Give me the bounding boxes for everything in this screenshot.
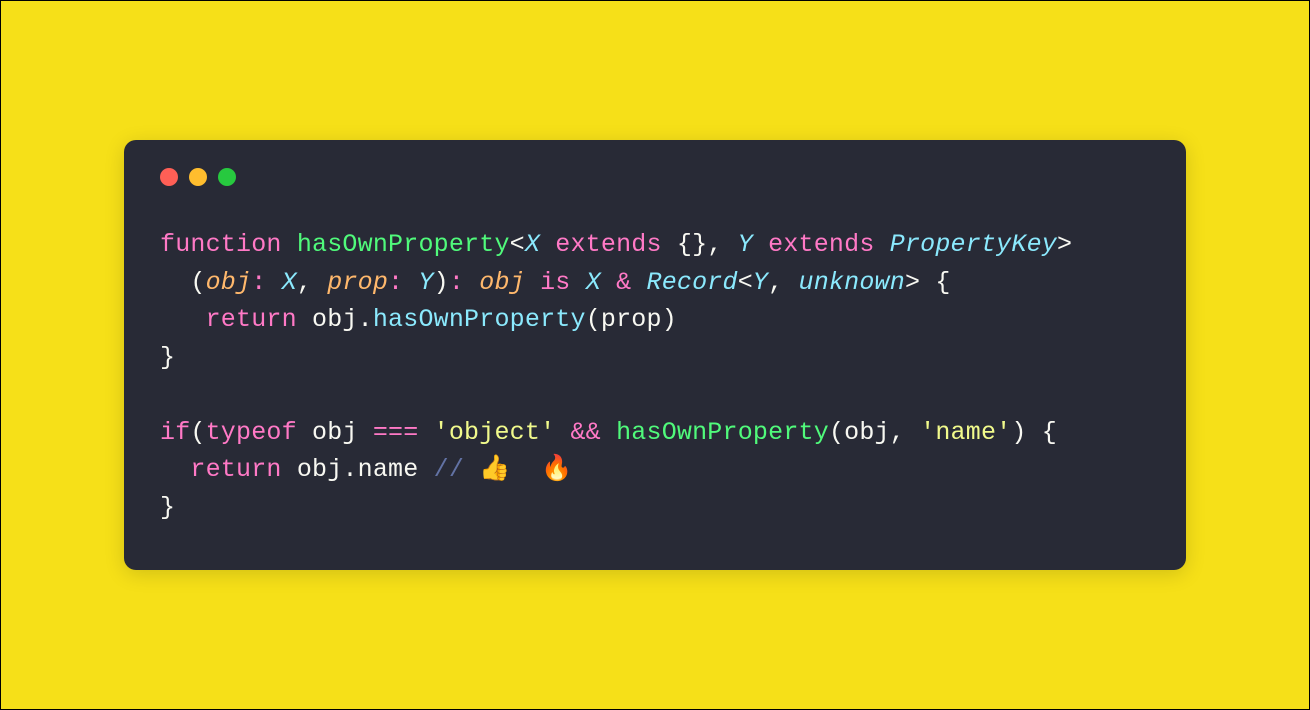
keyword-if: if [160, 418, 190, 447]
type-param-y: Y [738, 230, 753, 259]
type-record: Record [647, 268, 738, 297]
type-propertykey: PropertyKey [890, 230, 1057, 259]
maximize-icon[interactable] [218, 168, 236, 186]
param-obj: obj [206, 268, 252, 297]
property-name: name [358, 455, 419, 484]
keyword-return: return [190, 455, 281, 484]
code-window: function hasOwnProperty<X extends {}, Y … [124, 140, 1186, 570]
window-titlebar [160, 168, 1150, 186]
comment: // [434, 455, 480, 484]
close-icon[interactable] [160, 168, 178, 186]
param-prop: prop [327, 268, 388, 297]
string-name: 'name' [920, 418, 1011, 447]
keyword-is: is [540, 268, 570, 297]
function-call: hasOwnProperty [616, 418, 829, 447]
operator-eq: === [373, 418, 419, 447]
type-unknown: unknown [799, 268, 905, 297]
keyword-return: return [206, 305, 297, 334]
operator-and: && [570, 418, 600, 447]
keyword-extends: extends [768, 230, 874, 259]
minimize-icon[interactable] [189, 168, 207, 186]
keyword-extends: extends [555, 230, 661, 259]
fire-icon: 🔥 [541, 455, 572, 484]
keyword-typeof: typeof [206, 418, 297, 447]
operator-amp: & [616, 268, 631, 297]
string-object: 'object' [434, 418, 556, 447]
method-hasownproperty: hasOwnProperty [373, 305, 586, 334]
type-param-x: X [525, 230, 540, 259]
keyword-function: function [160, 230, 282, 259]
thumbs-up-icon: 👍 [479, 455, 510, 484]
code-block: function hasOwnProperty<X extends {}, Y … [160, 226, 1150, 526]
function-name: hasOwnProperty [297, 230, 510, 259]
